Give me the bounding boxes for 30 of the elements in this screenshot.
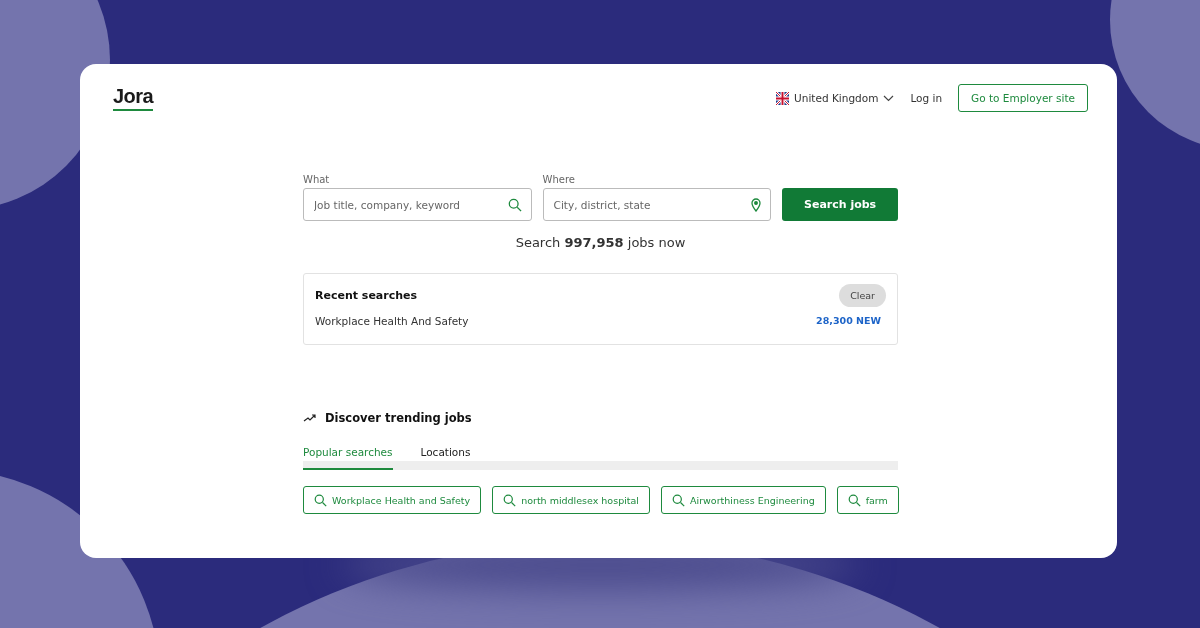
search-chip[interactable]: north middlesex hospital xyxy=(492,486,650,514)
search-chip[interactable]: Workplace Health and Safety xyxy=(303,486,482,514)
search-chip[interactable]: Airworthiness Engineering xyxy=(661,486,826,514)
search-icon xyxy=(314,493,327,507)
logo[interactable]: Jora xyxy=(113,85,154,111)
tab[interactable]: Locations xyxy=(420,446,471,470)
search-icon xyxy=(847,493,861,507)
chevron-down-icon xyxy=(883,94,895,102)
employer-site-button[interactable]: Go to Employer site xyxy=(958,84,1088,112)
new-jobs-count: 28,300 NEW xyxy=(816,315,881,327)
flag-icon xyxy=(776,91,790,105)
tab[interactable]: Popular searches xyxy=(303,446,393,470)
field-label: What xyxy=(303,174,331,185)
search-chip[interactable]: farm xyxy=(836,486,899,514)
recent-search-link[interactable]: Workplace Health And Safety xyxy=(315,315,469,327)
job-count-text: Search 997,958 jobs now xyxy=(514,235,687,250)
trending-icon xyxy=(303,414,317,422)
keyword-field[interactable]: Job title, company, keyword xyxy=(303,188,532,221)
search-jobs-button[interactable]: Search jobs xyxy=(782,188,898,221)
search-icon xyxy=(507,197,522,212)
search-icon xyxy=(672,493,685,507)
field-label: Where xyxy=(542,174,576,185)
trending-title: Discover trending jobs xyxy=(325,411,472,425)
location-field[interactable]: City, district, state xyxy=(542,188,772,221)
recent-searches-title: Recent searches xyxy=(315,289,418,302)
country-selector[interactable]: United Kingdom xyxy=(776,91,895,105)
search-icon xyxy=(503,493,517,507)
login-link[interactable]: Log in xyxy=(910,92,943,104)
clear-button[interactable]: Clear xyxy=(839,284,886,307)
map-pin-icon xyxy=(751,197,762,212)
